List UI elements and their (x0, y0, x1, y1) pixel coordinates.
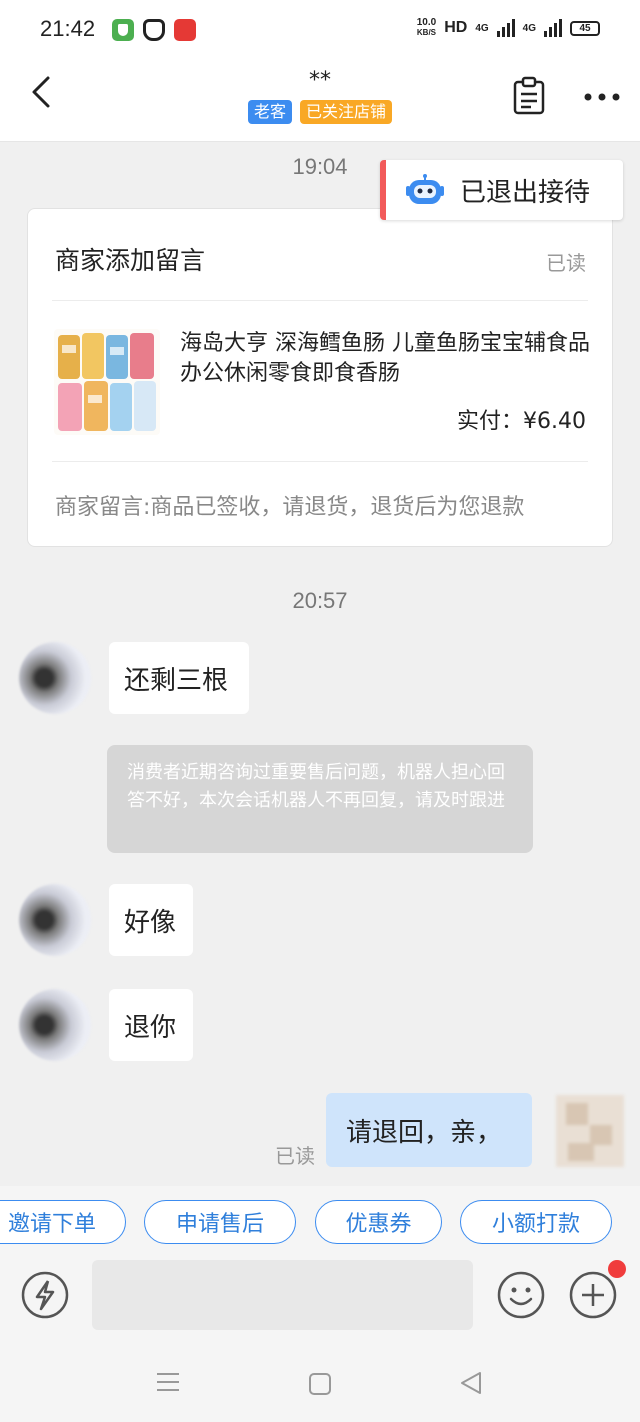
merchant-note: 商家留言:商品已签收，请退货，退货后为您退款 (55, 495, 525, 520)
chat-header: ** 老客 已关注店铺 (0, 62, 640, 142)
speed-unit: KB/S (416, 28, 437, 37)
incoming-message[interactable]: 还剩三根 (109, 642, 249, 714)
status-bar: 21:42 10.0 KB/S HD 4G 4G 45 (0, 0, 640, 62)
plus-icon[interactable] (568, 1270, 618, 1320)
invite-order-button[interactable]: 邀请下单 (0, 1200, 126, 1244)
back-nav-icon[interactable] (458, 1370, 484, 1396)
card-title: 商家添加留言 (55, 246, 206, 275)
paid-price: 实付：¥6.40 (457, 409, 586, 434)
hd-indicator: HD (444, 19, 468, 36)
divider (52, 461, 588, 462)
signal-icon-2 (544, 19, 562, 37)
shield-app-icon (112, 19, 134, 41)
incoming-message[interactable]: 退你 (109, 989, 193, 1061)
more-options-icon[interactable] (582, 82, 622, 112)
customer-avatar[interactable] (19, 989, 91, 1061)
after-sales-button[interactable]: 申请售后 (144, 1200, 296, 1244)
battery-icon: 45 (570, 20, 600, 36)
product-name[interactable]: 海岛大亨 深海鳕鱼肠 儿童鱼肠宝宝辅食品办公休闲零食即食香肠 (180, 329, 590, 389)
network-type-2: 4G (522, 22, 536, 34)
quick-reply-icon[interactable] (20, 1270, 70, 1320)
tag-returning-customer: 老客 (247, 100, 292, 124)
network-type-1: 4G (475, 22, 489, 34)
notification-app-icon (174, 19, 196, 41)
small-payment-button[interactable]: 小额打款 (460, 1200, 612, 1244)
system-message: 消费者近期咨询过重要售后问题，机器人担心回答不好，本次会话机器人不再回复，请及时… (107, 745, 533, 853)
read-status: 已读 (275, 1144, 315, 1168)
message-input[interactable] (92, 1260, 473, 1330)
menu-icon[interactable] (155, 1370, 181, 1394)
outgoing-message[interactable]: 请退回，亲， (326, 1093, 532, 1167)
robot-icon (406, 174, 444, 204)
clipboard-icon[interactable] (512, 76, 546, 116)
status-indicators: 10.0 KB/S HD 4G 4G 45 (417, 18, 600, 38)
robot-exit-notice: 已退出接待 (380, 160, 623, 220)
system-nav-bar (0, 1338, 640, 1422)
customer-avatar[interactable] (19, 884, 91, 956)
speed-value: 10.0 (416, 17, 437, 28)
quick-actions-bar: 邀请下单 申请售后 优惠券 小额打款 (0, 1186, 640, 1258)
status-time: 21:42 (40, 16, 96, 41)
customer-avatar[interactable] (19, 642, 91, 714)
coupon-button[interactable]: 优惠券 (315, 1200, 442, 1244)
signal-icon (496, 19, 515, 37)
cat-app-icon (143, 19, 165, 41)
exit-notice-text: 已退出接待 (460, 177, 591, 208)
home-icon[interactable] (308, 1372, 332, 1396)
merchant-message-card[interactable]: 商家添加留言 已读 海岛大亨 深海鳕鱼肠 儿童鱼肠宝宝辅食品办公休闲零食即食香肠… (27, 208, 613, 547)
emoji-icon[interactable] (496, 1270, 546, 1320)
product-thumbnail[interactable] (54, 329, 160, 435)
notification-dot (608, 1260, 626, 1278)
divider (52, 300, 588, 301)
merchant-avatar[interactable] (556, 1095, 624, 1167)
read-status: 已读 (546, 251, 586, 275)
tag-followed-store: 已关注店铺 (300, 100, 393, 124)
input-bar (0, 1258, 640, 1338)
incoming-message[interactable]: 好像 (109, 884, 193, 956)
timestamp: 20:57 (292, 588, 348, 613)
network-speed: 10.0 KB/S (417, 18, 436, 38)
